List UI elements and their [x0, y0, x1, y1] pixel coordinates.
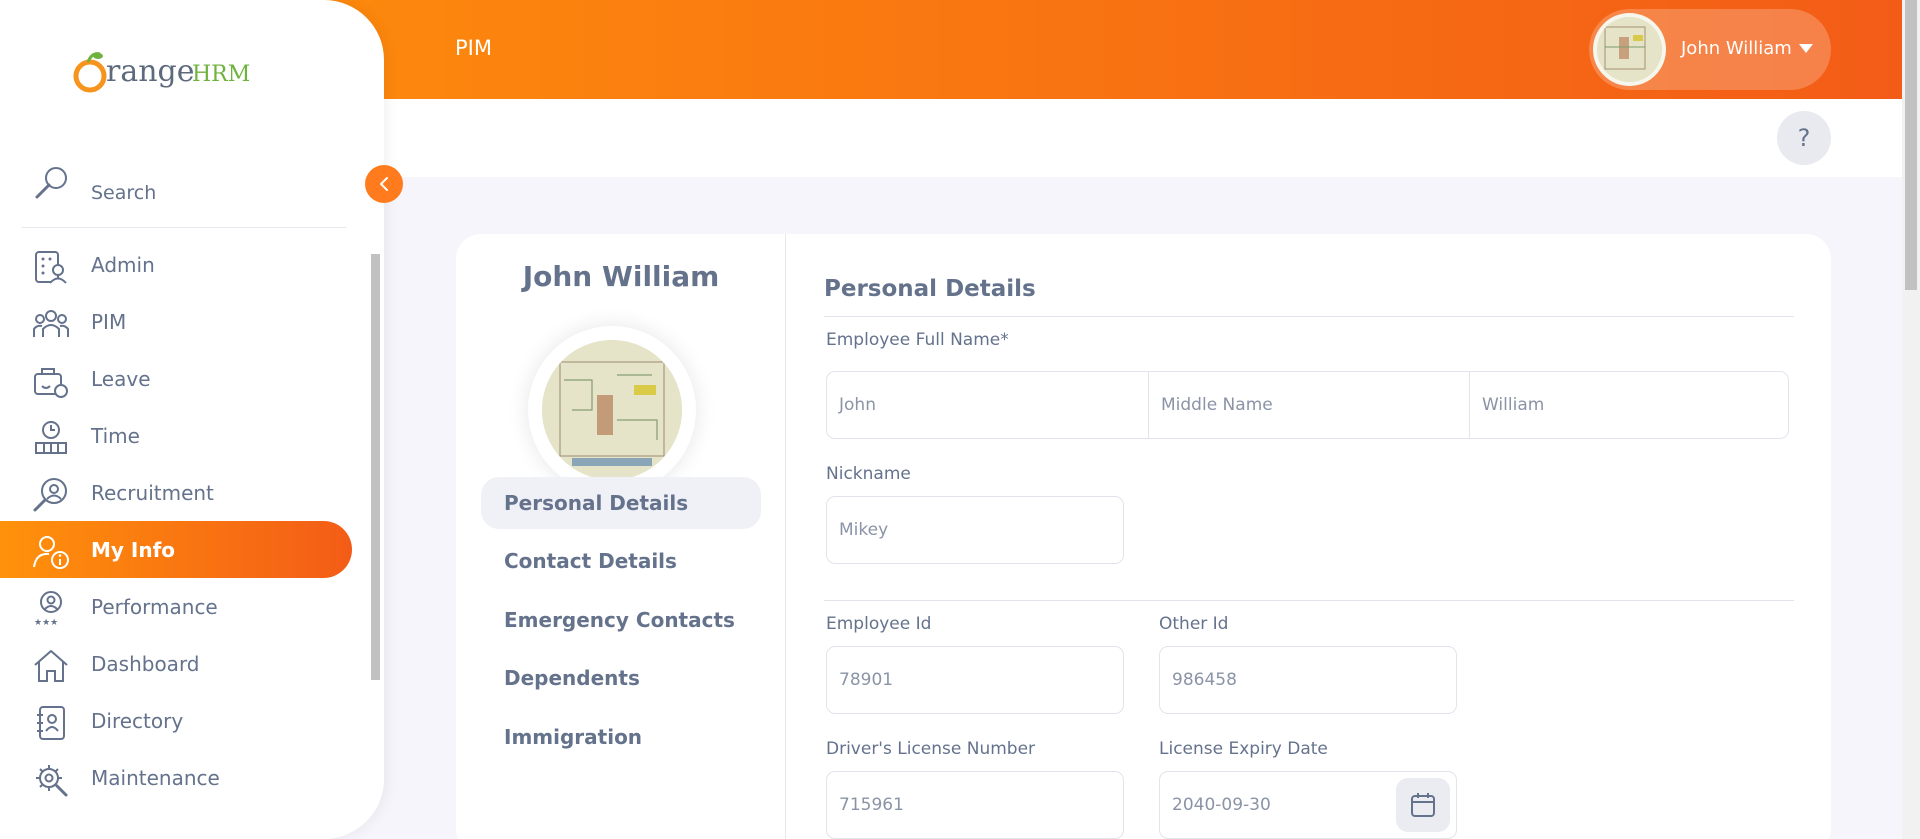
- section-title: Personal Details: [824, 276, 1036, 302]
- logo-text: range: [106, 54, 195, 89]
- last-name-input[interactable]: William: [1469, 372, 1790, 438]
- tab-contact-details[interactable]: Contact Details: [481, 535, 761, 587]
- tab-immigration[interactable]: Immigration: [481, 711, 761, 763]
- tab-emergency-contacts[interactable]: Emergency Contacts: [481, 594, 761, 646]
- performance-icon: ★★★: [34, 591, 62, 628]
- employee-id-input[interactable]: 78901: [826, 646, 1124, 714]
- sidebar-item-admin[interactable]: Admin: [0, 236, 352, 293]
- sidebar-item-recruitment[interactable]: Recruitment: [0, 464, 352, 521]
- full-name-label: Employee Full Name*: [826, 330, 1009, 350]
- tab-label: Dependents: [504, 666, 640, 690]
- sidebar-item-performance[interactable]: ★★★ Performance: [0, 578, 352, 635]
- license-expiry-label: License Expiry Date: [1159, 739, 1328, 759]
- user-avatar: [1593, 13, 1666, 86]
- logo-text-accent: HRM: [192, 62, 251, 87]
- sidebar-scrollbar[interactable]: [368, 236, 382, 796]
- directory-icon: [37, 706, 65, 740]
- page-scrollbar[interactable]: [1902, 0, 1920, 839]
- orangehrm-logo: range HRM: [72, 44, 252, 100]
- tab-label: Contact Details: [504, 549, 677, 573]
- search-icon: [35, 167, 67, 199]
- sidebar-item-my-info[interactable]: My Info: [0, 521, 352, 578]
- sidebar-item-dashboard[interactable]: Dashboard: [0, 635, 352, 692]
- user-dropdown[interactable]: John William: [1589, 9, 1831, 90]
- nickname-input[interactable]: Mikey: [826, 496, 1124, 564]
- maintenance-icon: [36, 765, 68, 797]
- leave-icon: [34, 368, 68, 398]
- calendar-icon: [1411, 793, 1435, 817]
- search-label: Search: [91, 182, 157, 204]
- dashboard-icon: [34, 650, 68, 682]
- pim-icon: [33, 310, 69, 337]
- tab-personal-details[interactable]: Personal Details: [481, 477, 761, 529]
- time-icon: [35, 421, 67, 454]
- sidebar-item-label: Directory: [91, 709, 184, 733]
- sidebar-scrollbar-thumb[interactable]: [371, 254, 380, 680]
- first-name-input[interactable]: John: [827, 372, 1148, 438]
- license-label: Driver's License Number: [826, 739, 1036, 759]
- sidebar-item-label: Admin: [91, 253, 155, 277]
- employee-photo-frame[interactable]: [528, 326, 696, 494]
- tab-label: Emergency Contacts: [504, 608, 735, 632]
- sidebar-item-label: My Info: [91, 538, 176, 562]
- license-input[interactable]: 715961: [826, 771, 1124, 839]
- svg-text:★★★: ★★★: [34, 618, 58, 628]
- sidebar-item-maintenance[interactable]: Maintenance: [0, 749, 352, 806]
- tab-dependents[interactable]: Dependents: [481, 652, 761, 704]
- chevron-down-icon: [1799, 44, 1813, 53]
- employee-card: John William Personal Details Contact De…: [456, 234, 1831, 839]
- tab-label: Immigration: [504, 725, 643, 749]
- license-expiry-input[interactable]: 2040-09-30: [1159, 771, 1457, 839]
- tab-label: Personal Details: [504, 491, 689, 515]
- other-id-input[interactable]: 986458: [1159, 646, 1457, 714]
- sidebar: range HRM Search Admin PIM Leave Time Re…: [0, 0, 384, 839]
- sidebar-item-directory[interactable]: Directory: [0, 692, 352, 749]
- sidebar-item-label: PIM: [91, 310, 127, 334]
- sidebar-search[interactable]: Search: [22, 160, 346, 228]
- module-title: PIM: [455, 36, 492, 60]
- sidebar-item-label: Leave: [91, 367, 151, 391]
- section-divider: [824, 600, 1794, 601]
- profile-panel: John William Personal Details Contact De…: [456, 234, 786, 839]
- sidebar-item-label: Maintenance: [91, 766, 220, 790]
- other-id-label: Other Id: [1159, 614, 1229, 634]
- sidebar-item-pim[interactable]: PIM: [0, 293, 352, 350]
- sidebar-item-label: Time: [91, 424, 140, 448]
- my-info-icon: [33, 536, 69, 569]
- help-button[interactable]: ?: [1777, 111, 1831, 165]
- sidebar-item-label: Dashboard: [91, 652, 200, 676]
- recruitment-icon: [33, 478, 67, 512]
- sidebar-item-label: Performance: [91, 595, 218, 619]
- nickname-label: Nickname: [826, 464, 911, 484]
- sidebar-item-leave[interactable]: Leave: [0, 350, 352, 407]
- license-expiry-value: 2040-09-30: [1172, 795, 1271, 815]
- employee-name: John William: [522, 260, 720, 293]
- sidebar-item-label: Recruitment: [91, 481, 214, 505]
- full-name-group: John Middle Name William: [826, 371, 1789, 439]
- employee-photo: [542, 340, 682, 480]
- page-scrollbar-thumb[interactable]: [1905, 0, 1917, 290]
- sub-header: [384, 99, 1902, 177]
- middle-name-input[interactable]: Middle Name: [1148, 372, 1469, 438]
- section-divider: [824, 316, 1794, 317]
- date-picker-button[interactable]: [1396, 778, 1450, 832]
- employee-id-label: Employee Id: [826, 614, 932, 634]
- sidebar-item-time[interactable]: Time: [0, 407, 352, 464]
- chevron-left-icon: [380, 177, 388, 191]
- sidebar-collapse-button[interactable]: [365, 165, 403, 203]
- user-name: John William: [1681, 38, 1792, 59]
- admin-icon: [35, 251, 67, 284]
